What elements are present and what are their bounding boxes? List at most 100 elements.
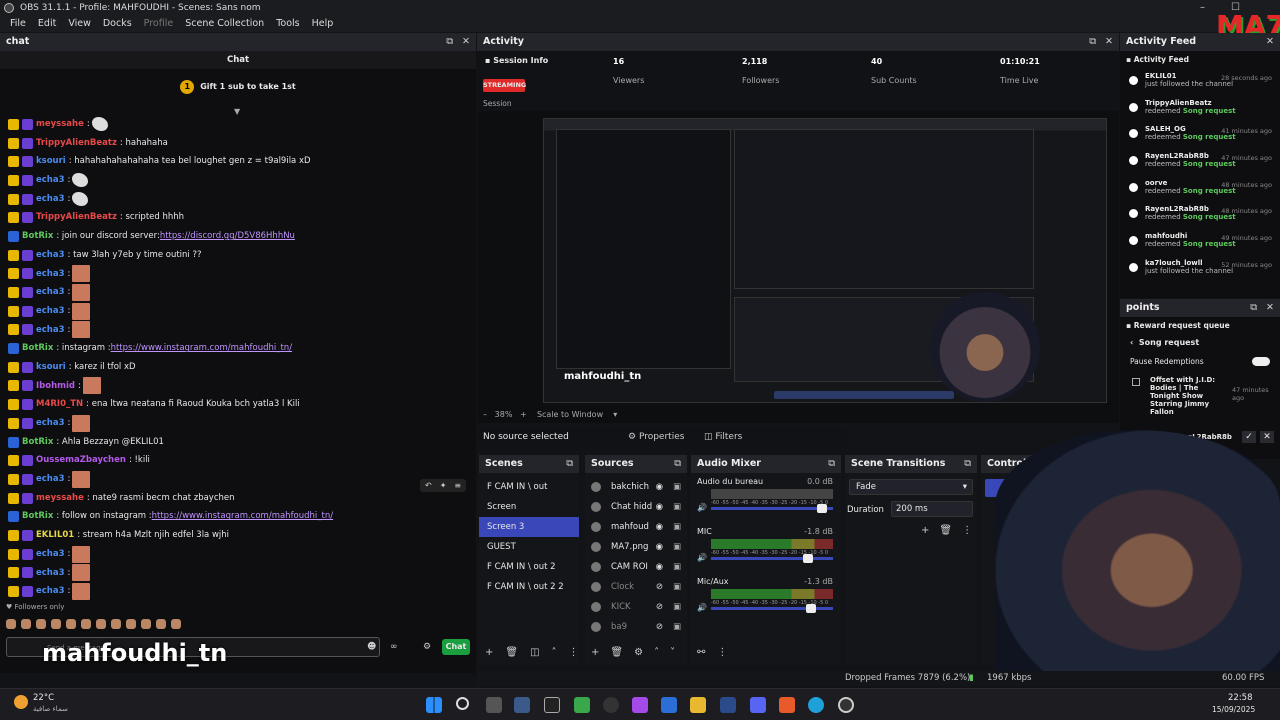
scene-item[interactable]: F CAM IN \ out 2	[479, 557, 579, 577]
source-item[interactable]: ba9 ⊘ ▣	[585, 617, 687, 637]
zoom-level[interactable]: 38%	[495, 410, 513, 419]
speaker-icon[interactable]: 🔊	[697, 503, 707, 512]
chat-username[interactable]: echa3	[36, 190, 65, 209]
settings-gear-icon[interactable]: ⚙	[423, 642, 431, 652]
chat-username[interactable]: TrippyAlienBeatz	[36, 208, 117, 227]
scale-mode[interactable]: Scale to Window	[537, 410, 603, 419]
gear-icon[interactable]: ⚙	[634, 647, 643, 658]
emote-icon[interactable]	[96, 619, 106, 629]
properties-button[interactable]: ⚙ Properties	[628, 428, 684, 446]
menu-file[interactable]: File	[4, 16, 32, 32]
scene-item[interactable]: F CAM IN \ out 2 2	[479, 577, 579, 597]
minimize-icon[interactable]: –	[1200, 0, 1205, 16]
chat-username[interactable]: Ibohmid	[36, 377, 75, 396]
fader-knob[interactable]	[806, 604, 817, 613]
reply-icon[interactable]: ↶	[425, 481, 432, 490]
windows-start-icon[interactable]	[426, 697, 442, 713]
up-icon[interactable]: ˄	[654, 647, 659, 658]
pin-icon[interactable]: ✦	[440, 481, 447, 490]
visibility-eye-icon[interactable]: ◉	[656, 537, 663, 557]
emote-icon[interactable]	[171, 619, 181, 629]
source-item[interactable]: mahfoud ◉ ▣	[585, 517, 687, 537]
emote-icon[interactable]	[111, 619, 121, 629]
chat-username[interactable]: meyssahe	[36, 489, 84, 508]
obs-taskbar-icon[interactable]	[603, 697, 619, 713]
speaker-icon[interactable]: 🔊	[697, 603, 707, 612]
emote-icon[interactable]	[66, 619, 76, 629]
chat-username[interactable]: BotRix	[22, 507, 53, 526]
chat-username[interactable]: echa3	[36, 246, 65, 265]
visibility-eye-icon[interactable]: ◉	[656, 517, 663, 537]
undock-icon[interactable]: ⧉	[1089, 33, 1096, 51]
close-icon[interactable]: ✕	[1266, 299, 1274, 317]
link-icon[interactable]: ⚯	[697, 647, 705, 658]
lock-icon[interactable]: ▣	[673, 557, 681, 577]
bits-icon[interactable]: ∞	[390, 642, 398, 652]
chat-username[interactable]: ksouri	[36, 358, 66, 377]
undock-icon[interactable]: ⧉	[828, 455, 835, 473]
down-icon[interactable]: ˅	[670, 647, 675, 658]
emote-icon[interactable]	[51, 619, 61, 629]
gift-banner[interactable]: 1 Gift 1 sub to take 1st	[0, 73, 476, 101]
chat-username[interactable]: echa3	[36, 545, 65, 564]
chat-username[interactable]: OussemaZbaychen	[36, 451, 126, 470]
chat-username[interactable]: echa3	[36, 470, 65, 489]
chat-username[interactable]: echa3	[36, 265, 65, 284]
duration-input[interactable]: 200 ms	[891, 501, 973, 517]
more-icon[interactable]: ⋮	[717, 647, 727, 658]
add-icon[interactable]: +	[485, 647, 493, 658]
source-item[interactable]: bakchich ◉ ▣	[585, 477, 687, 497]
source-item[interactable]: Chat hidd ◉ ▣	[585, 497, 687, 517]
volume-fader[interactable]	[711, 554, 833, 563]
app-icon[interactable]	[514, 697, 530, 713]
filter-icon[interactable]: ◫	[530, 647, 539, 658]
lock-icon[interactable]: ▣	[673, 477, 681, 497]
chat-username[interactable]: echa3	[36, 564, 65, 583]
more-icon[interactable]: ≡	[454, 481, 461, 490]
song-request-back[interactable]: ‹ Song request	[1120, 334, 1280, 351]
chat-username[interactable]: BotRix	[22, 227, 53, 246]
close-icon[interactable]: ✕	[1266, 33, 1274, 51]
app-icon[interactable]	[779, 697, 795, 713]
chat-username[interactable]: EKLIL01	[36, 526, 74, 545]
trash-icon[interactable]: 🗑	[939, 525, 952, 536]
emote-icon[interactable]	[21, 619, 31, 629]
fader-knob[interactable]	[802, 554, 813, 563]
menu-view[interactable]: View	[62, 16, 97, 32]
lock-icon[interactable]: ▣	[673, 497, 681, 517]
edge-icon[interactable]	[808, 697, 824, 713]
menu-help[interactable]: Help	[306, 16, 340, 32]
emoji-icon[interactable]: ☻	[367, 642, 376, 652]
chat-link[interactable]: https://www.instagram.com/mahfoudhi_tn/	[152, 507, 334, 526]
app-icon[interactable]	[632, 697, 648, 713]
lock-icon[interactable]: ▣	[673, 577, 681, 597]
app-icon[interactable]	[574, 697, 590, 713]
fader-knob[interactable]	[817, 504, 828, 513]
source-item[interactable]: Clock ⊘ ▣	[585, 577, 687, 597]
scene-item[interactable]: Screen 3	[479, 517, 579, 537]
chat-username[interactable]: M4RI0_TN	[36, 395, 83, 414]
request-checkbox[interactable]	[1132, 378, 1140, 386]
up-icon[interactable]: ˄	[552, 647, 557, 658]
chat-username[interactable]: echa3	[36, 582, 65, 601]
emote-icon[interactable]	[36, 619, 46, 629]
lock-icon[interactable]: ▣	[673, 537, 681, 557]
close-icon[interactable]: ✕	[1105, 33, 1113, 51]
chat-username[interactable]: echa3	[36, 302, 65, 321]
source-item[interactable]: CAM ROI ◉ ▣	[585, 557, 687, 577]
source-item[interactable]: MA7.png ◉ ▣	[585, 537, 687, 557]
chat-username[interactable]: echa3	[36, 321, 65, 340]
emote-icon[interactable]	[6, 619, 16, 629]
scene-item[interactable]: Screen	[479, 497, 579, 517]
visibility-eye-icon[interactable]: ◉	[656, 557, 663, 577]
scene-item[interactable]: F CAM IN \ out	[479, 477, 579, 497]
app-icon[interactable]	[661, 697, 677, 713]
chat-username[interactable]: TrippyAlienBeatz	[36, 134, 117, 153]
visibility-eye-icon[interactable]: ⊘	[656, 597, 663, 617]
undock-icon[interactable]: ⧉	[964, 455, 971, 473]
chat-send-button[interactable]: Chat	[442, 639, 470, 655]
chat-username[interactable]: echa3	[36, 171, 65, 190]
scene-item[interactable]: GUEST	[479, 537, 579, 557]
volume-fader[interactable]	[711, 504, 833, 513]
undock-icon[interactable]: ⧉	[674, 455, 681, 473]
